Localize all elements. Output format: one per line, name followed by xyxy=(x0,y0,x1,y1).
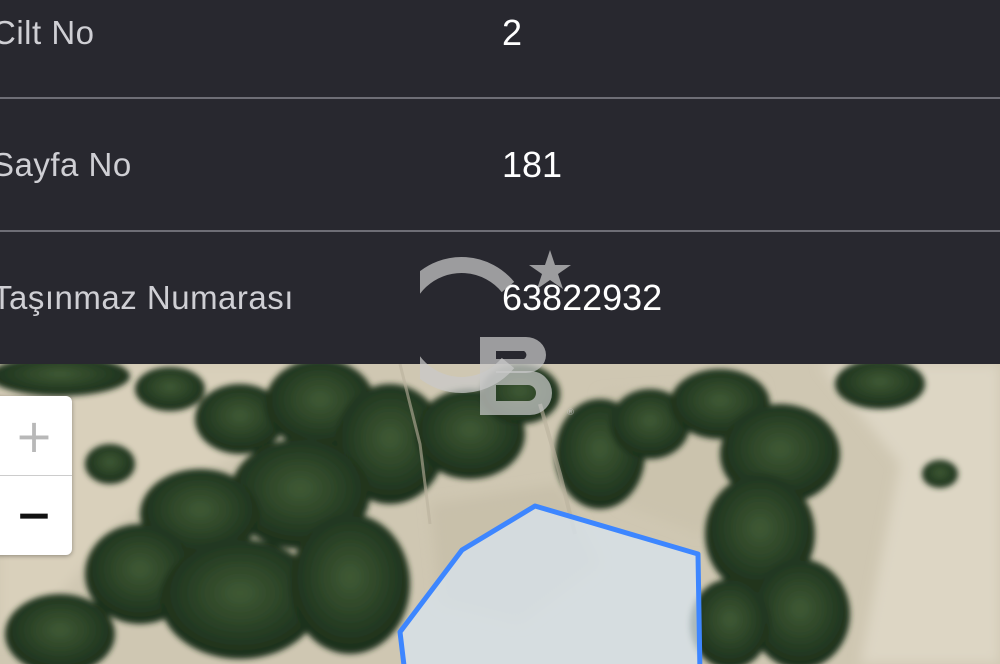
info-row-sayfa-no: Sayfa No 181 xyxy=(0,99,1000,232)
row-label: Taşınmaz Numarası xyxy=(0,279,294,316)
satellite-map[interactable] xyxy=(0,364,1000,664)
row-value: 181 xyxy=(502,143,563,185)
info-row-tasinmaz-numarasi: Taşınmaz Numarası 63822932 xyxy=(0,232,1000,364)
row-label: Cilt No xyxy=(0,13,95,51)
row-value: 2 xyxy=(502,11,523,53)
zoom-in-button[interactable]: + xyxy=(0,396,72,476)
map-zoom-control: + − xyxy=(0,396,72,555)
parcel-info-table: Cilt No 2 Sayfa No 181 Taşınmaz Numarası… xyxy=(0,0,1000,364)
row-value: 63822932 xyxy=(502,277,663,318)
parcel-query-screen: Cilt No 2 Sayfa No 181 Taşınmaz Numarası… xyxy=(0,0,1000,664)
info-row-cilt-no: Cilt No 2 xyxy=(0,0,1000,99)
zoom-out-button[interactable]: − xyxy=(0,476,72,555)
satellite-imagery xyxy=(0,364,1000,664)
row-label: Sayfa No xyxy=(0,145,132,183)
